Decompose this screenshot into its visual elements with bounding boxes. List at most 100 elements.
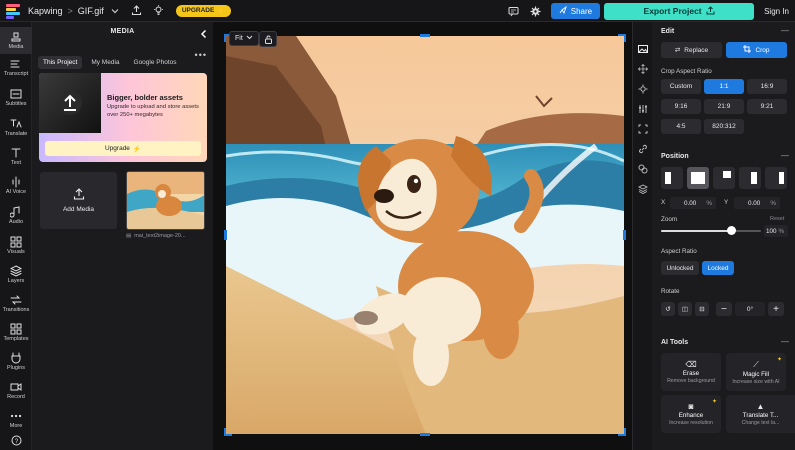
kapwing-logo-icon[interactable] [6,3,22,19]
nav-item-templates[interactable]: Templates [0,319,32,346]
adjust-icon[interactable] [638,101,648,113]
nav-item-text[interactable]: Text [0,143,32,170]
align-center-button[interactable] [687,167,709,189]
nav-item-subtitles[interactable]: Subtitles [0,84,32,111]
nav-label-layers: Layers [7,278,25,284]
tab-my-media[interactable]: My Media [86,56,124,69]
nav-item-media[interactable]: Media [0,27,32,54]
zoom-reset-link[interactable]: Reset [770,216,784,222]
unlocked-toggle[interactable]: Unlocked [661,261,699,275]
x-input[interactable]: 0.00 % [670,197,716,209]
enhance-tool[interactable]: ✦ ◙ Enhance Increase resolution [661,395,721,433]
crop-handle-left[interactable] [224,230,227,240]
tab-this-project[interactable]: This Project [38,56,83,69]
crop-handle-top-right-v[interactable] [624,34,626,42]
align-top-right-button[interactable] [713,167,735,189]
image-icon[interactable] [638,41,648,53]
export-project-button[interactable]: Export Project [604,2,755,20]
more-options-icon[interactable]: ••• [195,50,207,60]
sign-in-link[interactable]: Sign In [764,7,789,16]
record-icon [10,383,22,391]
nav-item-transcript[interactable]: Transcript [0,54,32,81]
translate-icon [10,119,22,128]
chevron-down-icon[interactable] [108,4,122,18]
erase-title: Erase [682,370,700,377]
replace-button[interactable]: ⇄ Replace [661,42,722,58]
crop-ratio-1-1[interactable]: 1:1 [704,79,744,94]
share-button[interactable]: Share [550,3,601,19]
lock-aspect-button[interactable] [259,31,277,47]
fit-dropdown[interactable]: Fit [229,31,259,46]
crop-button[interactable]: Crop [726,42,787,58]
collapse-position-icon[interactable]: — [781,151,789,160]
nav-item-ai-voice[interactable]: AI Voice [0,172,32,199]
project-name[interactable]: GIF.gif [78,6,104,16]
crop-handle-top[interactable] [420,34,430,37]
nav-label-audio: Audio [8,219,24,225]
align-right-button[interactable] [739,167,761,189]
locked-toggle[interactable]: Locked [702,261,734,275]
crop-ratio-16-9[interactable]: 16:9 [747,79,787,94]
add-media-button[interactable]: Add Media [40,172,117,229]
nav-item-audio[interactable]: Audio [0,202,32,229]
nav-label-visuals: Visuals [7,249,25,255]
flip-horizontal-button[interactable]: ◫ [678,302,692,316]
nav-item-plugins[interactable]: Plugins [0,348,32,375]
magic-icon[interactable] [638,81,648,94]
crop-ratio-9-16[interactable]: 9:16 [661,99,701,114]
magic-fill-tool[interactable]: ✦ ⟋ Magic Fill Increase size with AI [726,353,786,391]
flip-vertical-button[interactable]: ⊟ [695,302,709,316]
align-left-button[interactable] [661,167,683,189]
promo-upgrade-button[interactable]: Upgrade ⚡ [45,141,201,156]
upgrade-button[interactable]: UPGRADE ⚡ [175,4,232,17]
upload-icon[interactable] [130,4,144,18]
nav-item-translate[interactable]: Translate [0,114,32,141]
crop-handle-bottom[interactable] [420,433,430,436]
zoom-slider-handle[interactable] [726,226,736,235]
brand-name[interactable]: Kapwing [28,6,63,16]
rotate-left-button[interactable]: ↺ [661,302,675,316]
lightbulb-icon[interactable] [152,4,166,18]
rotate-decrease-button[interactable]: − [716,302,732,316]
move-icon[interactable] [637,61,649,75]
collapse-ai-tools-icon[interactable]: — [781,337,789,346]
erase-tool[interactable]: ⌫ Erase Remove background [661,353,721,391]
nav-item-transitions[interactable]: Transitions [0,290,32,317]
align-full-right-button[interactable] [765,167,787,189]
crop-icon[interactable] [638,121,648,134]
crop-handle-right[interactable] [623,230,626,240]
layers-icon[interactable] [637,181,649,195]
help-icon[interactable]: ? [0,435,32,446]
group-icon[interactable] [638,161,648,174]
crop-handle-top-left-v[interactable] [224,34,226,42]
crop-ratio-21-9[interactable]: 21:9 [704,99,744,114]
crop-handle-bottom-left-v[interactable] [224,428,226,436]
crop-ratio-9-21[interactable]: 9:21 [747,99,787,114]
tab-google-photos[interactable]: Google Photos [129,56,182,69]
crop-ratio-custom[interactable]: Custom [661,79,701,94]
chevron-left-icon[interactable] [199,26,209,39]
nav-item-record[interactable]: Record [0,377,32,404]
link-icon[interactable] [638,141,648,154]
y-input[interactable]: 0.00 % [734,197,780,209]
comment-icon[interactable] [507,4,521,18]
add-media-label: Add Media [62,206,95,213]
puppy-beach-image [226,36,624,434]
zoom-input[interactable]: 100 % [764,225,788,237]
rotate-value[interactable]: 0° [735,302,765,316]
crop-handle-bottom-right-v[interactable] [624,428,626,436]
crop-ratio-820-312[interactable]: 820:312 [704,119,744,134]
zoom-slider-track[interactable] [661,226,761,235]
gear-icon[interactable] [529,4,543,18]
nav-item-visuals[interactable]: Visuals [0,232,32,259]
nav-label-transitions: Transitions [2,307,30,313]
translate-text-tool[interactable]: ▲ Translate T... Change text la... [726,395,795,433]
right-tool-strip [632,22,652,450]
canvas-image[interactable] [226,36,624,434]
nav-item-more[interactable]: More [0,406,32,433]
media-thumbnail[interactable] [126,171,205,230]
rotate-increase-button[interactable]: + [768,302,784,316]
crop-ratio-4-5[interactable]: 4:5 [661,119,701,134]
nav-item-layers[interactable]: Layers [0,261,32,288]
collapse-edit-icon[interactable]: — [781,26,789,35]
